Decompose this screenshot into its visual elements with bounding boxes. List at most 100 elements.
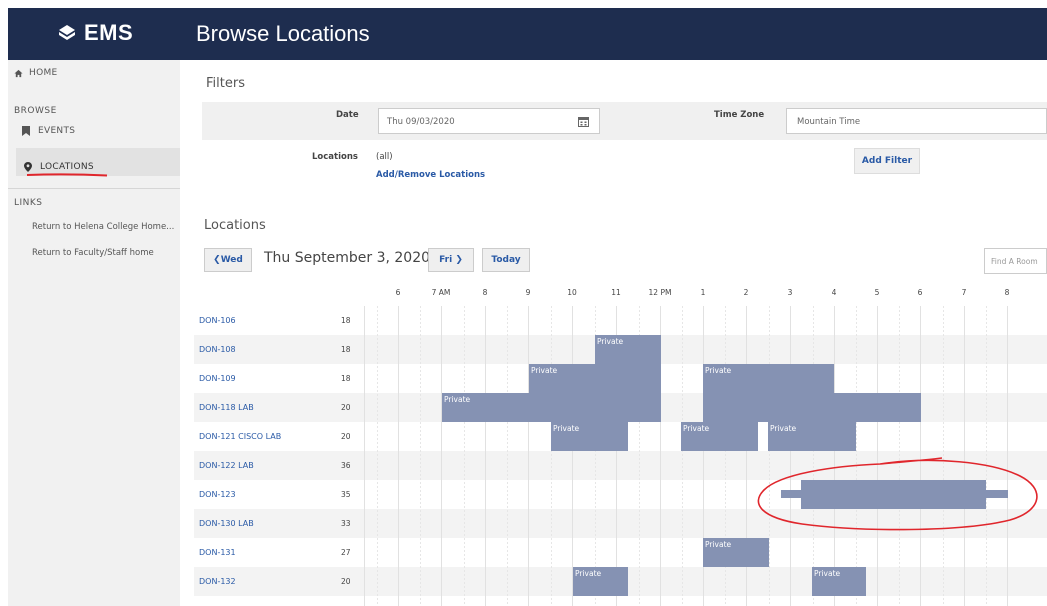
hour-label: 4 — [831, 288, 837, 297]
hour-label: 9 — [525, 288, 531, 297]
nav-locations[interactable]: LOCATIONS — [16, 148, 180, 176]
booking-block[interactable]: Private — [681, 422, 758, 451]
chevron-left-icon: ❮ — [213, 255, 221, 265]
filters-panel: Filters Date Thu 09/03/2020 Time Zone Mo… — [194, 70, 1047, 192]
room-capacity: 18 — [341, 345, 351, 354]
booking-label: Private — [814, 569, 841, 578]
red-annotation-circle — [757, 457, 1038, 531]
booking-block[interactable]: Private — [703, 364, 834, 422]
hour-label: 11 — [611, 288, 621, 297]
booking-block[interactable]: Private — [551, 422, 628, 451]
hour-label: 2 — [743, 288, 749, 297]
prev-day-label: Wed — [220, 255, 243, 265]
red-annotation-underline — [26, 173, 108, 177]
browse-section-heading: BROWSE — [14, 106, 57, 116]
hour-gridline — [485, 306, 486, 606]
hour-gridline — [398, 306, 399, 606]
hour-gridline — [572, 306, 573, 606]
add-remove-locations-link[interactable]: Add/Remove Locations — [376, 170, 485, 180]
room-capacity: 20 — [341, 403, 351, 412]
room-name-link[interactable]: DON-130 LAB — [199, 519, 254, 528]
room-name-link[interactable]: DON-121 CISCO LAB — [199, 432, 281, 441]
logo-text: EMS — [84, 20, 134, 45]
booking-label: Private — [770, 424, 797, 433]
hour-label: 1 — [700, 288, 706, 297]
chevron-right-icon: ❯ — [452, 255, 463, 265]
calendar-icon[interactable] — [578, 116, 589, 127]
next-day-button[interactable]: Fri ❯ — [428, 248, 474, 272]
next-day-label: Fri — [439, 255, 453, 265]
locations-filter-value: (all) — [376, 152, 393, 162]
room-name-link[interactable]: DON-122 LAB — [199, 461, 254, 470]
booking-block[interactable] — [834, 393, 921, 422]
date-input[interactable]: Thu 09/03/2020 — [378, 108, 600, 134]
page-title: Browse Locations — [196, 21, 370, 46]
room-name-link[interactable]: DON-118 LAB — [199, 403, 254, 412]
room-name-link[interactable]: DON-106 — [199, 316, 236, 325]
hour-label: 12 PM — [648, 288, 672, 297]
current-date-heading: Thu September 3, 2020 — [264, 250, 431, 266]
booking-label: Private — [444, 395, 471, 404]
room-capacity: 18 — [341, 316, 351, 325]
link-faculty-staff-home[interactable]: Return to Faculty/Staff home — [32, 248, 154, 258]
room-name-link[interactable]: DON-132 — [199, 577, 236, 586]
booking-block[interactable]: Private — [703, 538, 769, 567]
room-capacity: 27 — [341, 548, 351, 557]
hour-gridline — [528, 306, 529, 606]
nav-home-label: HOME — [29, 68, 58, 78]
hour-label: 6 — [917, 288, 923, 297]
hour-label: 7 — [961, 288, 967, 297]
booking-block[interactable]: Private — [768, 422, 856, 451]
half-hour-gridline — [376, 306, 378, 606]
date-label: Date — [336, 110, 359, 120]
room-capacity: 20 — [341, 432, 351, 441]
booking-label: Private — [553, 424, 580, 433]
booking-label: Private — [683, 424, 710, 433]
room-name-link[interactable]: DON-109 — [199, 374, 236, 383]
add-filter-button[interactable]: Add Filter — [854, 148, 920, 174]
booking-block[interactable]: Private — [573, 567, 628, 596]
room-name-link[interactable]: DON-108 — [199, 345, 236, 354]
half-hour-gridline — [419, 306, 421, 606]
booking-block[interactable]: Private — [442, 393, 661, 422]
room-name-link[interactable]: DON-123 — [199, 490, 236, 499]
links-section-heading: LINKS — [14, 198, 43, 208]
map-pin-icon — [24, 161, 32, 172]
bookmark-icon — [22, 126, 30, 136]
nav-events-label: EVENTS — [38, 126, 76, 136]
room-capacity: 20 — [341, 577, 351, 586]
timezone-select[interactable]: Mountain Time — [786, 108, 1047, 134]
find-room-input[interactable]: Find A Room — [984, 248, 1047, 274]
room-name-link[interactable]: DON-131 — [199, 548, 236, 557]
room-capacity: 35 — [341, 490, 351, 499]
today-button[interactable]: Today — [482, 248, 530, 272]
ems-logo-icon — [59, 25, 75, 40]
hour-label: 7 AM — [431, 288, 451, 297]
prev-day-button[interactable]: ❮Wed — [204, 248, 252, 272]
home-icon — [14, 69, 23, 77]
nav-locations-label: LOCATIONS — [40, 161, 94, 172]
half-hour-gridline — [506, 306, 508, 606]
link-helena-college-home[interactable]: Return to Helena College Home... — [32, 222, 174, 232]
booking-block[interactable]: Private — [529, 364, 661, 393]
half-hour-gridline — [681, 306, 683, 606]
hour-label: 5 — [874, 288, 880, 297]
half-hour-gridline — [550, 306, 552, 606]
half-hour-gridline — [463, 306, 465, 606]
room-capacity: 33 — [341, 519, 351, 528]
booking-label: Private — [575, 569, 602, 578]
nav-home[interactable]: HOME — [14, 68, 58, 78]
nav-events[interactable]: EVENTS — [22, 126, 75, 136]
hour-gridline — [364, 306, 365, 606]
hour-label: 6 — [395, 288, 401, 297]
booking-label: Private — [531, 366, 558, 375]
room-capacity: 18 — [341, 374, 351, 383]
timezone-label: Time Zone — [714, 110, 765, 120]
booking-block[interactable]: Private — [812, 567, 866, 596]
sidebar-divider — [8, 188, 180, 189]
filters-title: Filters — [206, 76, 245, 91]
locations-filter-label: Locations — [312, 152, 358, 162]
hour-gridline — [441, 306, 442, 606]
locations-title: Locations — [204, 218, 266, 233]
ems-logo[interactable]: EMS — [56, 20, 133, 46]
